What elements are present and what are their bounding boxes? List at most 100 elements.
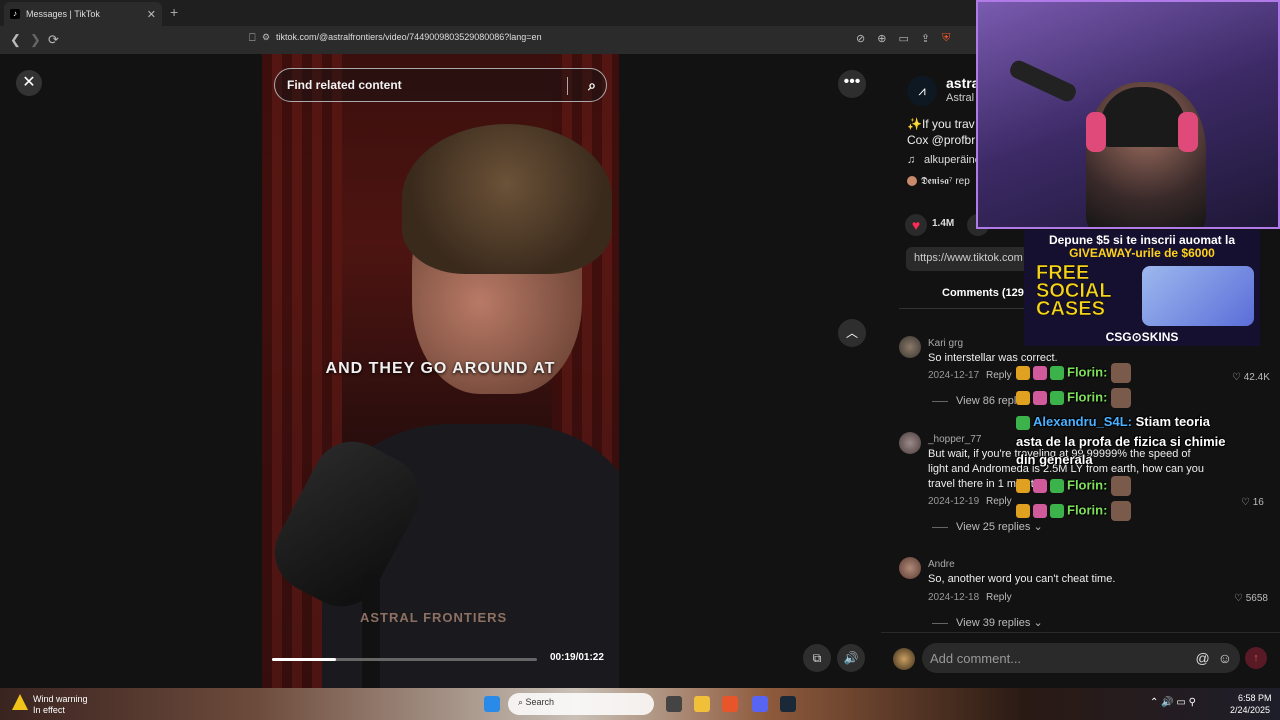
comment-username[interactable]: _hopper_77 — [928, 434, 981, 445]
zoom-icon[interactable]: ⊕ — [877, 32, 886, 45]
comment-reply-button[interactable]: Reply — [986, 496, 1012, 507]
chat-username: Alexandru_S4L: — [1033, 414, 1132, 429]
back-button[interactable]: ❮ — [10, 32, 21, 48]
comment-reply-button[interactable]: Reply — [986, 592, 1012, 603]
robot-badge-icon — [1033, 479, 1047, 493]
comment-date: 2024-12-19 — [928, 496, 980, 507]
dash-line — [932, 400, 948, 402]
headphone-left — [1086, 112, 1106, 152]
chat-emote — [1111, 388, 1132, 408]
float-player-button[interactable]: ⧉ — [803, 644, 831, 672]
comment-like-button[interactable]: ♡ 42.4K — [1232, 372, 1270, 383]
search-icon[interactable]: ⌕ — [588, 77, 596, 94]
emoji-icon[interactable]: ☺ — [1218, 650, 1232, 666]
comment-like-button[interactable]: ♡ 16 — [1241, 497, 1264, 508]
tab-close-icon[interactable]: ✕ — [147, 8, 156, 21]
chat-username: Florin: — [1067, 389, 1108, 405]
url-field[interactable]: tiktok.com/@astralfrontiers/video/744900… — [276, 32, 542, 42]
clock-date[interactable]: 2/24/2025 — [1230, 705, 1270, 715]
view-replies-label: View 39 replies — [956, 617, 1031, 629]
chat-emote — [1111, 501, 1132, 521]
author-avatar[interactable]: ⩘ — [907, 76, 937, 106]
browser-tab[interactable]: ♪ Messages | TikTok ✕ — [4, 2, 162, 26]
share-icon[interactable]: ⇪ — [921, 32, 930, 45]
video-watermark: ASTRAL FRONTIERS — [360, 610, 508, 625]
mention-icon[interactable]: @ — [1195, 650, 1209, 666]
gift-badge-icon — [1050, 366, 1064, 380]
comment-date: 2024-12-17 — [928, 370, 980, 381]
volume-button[interactable]: 🔊 — [837, 644, 865, 672]
discord-icon[interactable] — [752, 696, 768, 712]
comment-input[interactable]: Add comment... @ ☺ — [922, 643, 1240, 673]
comment-date: 2024-12-18 — [928, 592, 980, 603]
comment-reply-button[interactable]: Reply — [986, 370, 1012, 381]
comment-avatar[interactable] — [899, 557, 921, 579]
comment-avatar[interactable] — [899, 432, 921, 454]
chat-message: Florin: — [1016, 501, 1132, 521]
steam-icon[interactable] — [780, 696, 796, 712]
crown-badge-icon — [1016, 391, 1030, 405]
related-search-input[interactable]: Find related content ⌕ — [274, 68, 607, 102]
video-player[interactable]: Find related content ⌕ AND THEY GO AROUN… — [262, 54, 619, 688]
chat-emote — [1111, 363, 1132, 383]
streamer-webcam — [976, 0, 1280, 229]
tab-comments[interactable]: Comments (129 — [942, 287, 1024, 299]
author-handle[interactable]: astra — [946, 75, 979, 91]
video-progress-bar[interactable] — [272, 658, 537, 661]
comment-username[interactable]: Kari grg — [928, 338, 963, 349]
tracking-icon[interactable]: ⊘ — [856, 32, 865, 45]
toolbar-icons: ⊘ ⊕ ▭ ⇪ ⛨ — [856, 32, 950, 45]
chat-message-continuation: asta de la profa de fizica si chimie — [1016, 434, 1226, 449]
chat-message: Florin: — [1016, 363, 1132, 383]
view-replies-button[interactable]: View 25 replies ⌄ — [932, 520, 1043, 533]
related-search-placeholder: Find related content — [287, 78, 402, 92]
previous-video-button[interactable]: ︿ — [838, 319, 866, 347]
music-note-icon: ♫ — [907, 154, 916, 166]
tab-underline — [899, 308, 1029, 309]
composer-divider — [881, 632, 1280, 633]
file-explorer-icon[interactable] — [694, 696, 710, 712]
comment-text: So, another word you can't cheat time. — [928, 573, 1116, 585]
comment-like-button[interactable]: ♡ 5658 — [1234, 593, 1268, 604]
system-tray-icons[interactable]: ⌃ 🔊 ▭ ⚲ — [1150, 697, 1196, 708]
reload-button[interactable]: ⟳ — [48, 32, 59, 48]
robot-badge-icon — [1033, 366, 1047, 380]
music-title[interactable]: alkuperäine — [924, 154, 981, 166]
sponsor-line-2-text: GIVEAWAY-urile de $6000 — [1069, 246, 1215, 260]
gift-badge-icon — [1050, 391, 1064, 405]
close-video-button[interactable]: ✕ — [16, 70, 42, 96]
site-info-icon[interactable]: ⚙ — [262, 32, 270, 43]
brave-shield-icon[interactable]: ⛨ — [942, 32, 950, 45]
robot-badge-icon — [1033, 391, 1047, 405]
screenshot-icon[interactable]: ▭ — [898, 32, 908, 45]
comment-input-placeholder: Add comment... — [930, 650, 1022, 666]
task-view-icon[interactable] — [666, 696, 682, 712]
forward-button[interactable]: ❯ — [30, 32, 41, 48]
copy-link-field[interactable]: https://www.tiktok.com — [906, 247, 1036, 271]
comment-username[interactable]: Andre — [928, 559, 955, 570]
like-heart-icon[interactable]: ♥ — [905, 214, 927, 236]
weather-title[interactable]: Wind warning — [33, 694, 88, 704]
free-cases-text: FREE SOCIAL CASES — [1036, 263, 1112, 320]
like-count: 1.4M — [932, 218, 955, 229]
chat-username: Florin: — [1067, 502, 1108, 518]
comment-avatar[interactable] — [899, 336, 921, 358]
gift-badge-icon — [1016, 415, 1030, 430]
reply-avatar — [907, 176, 917, 186]
webcam-mic-arm — [1007, 58, 1079, 104]
dash-line — [932, 622, 948, 624]
more-options-button[interactable]: ••• — [838, 70, 866, 98]
clock-time[interactable]: 6:58 PM — [1238, 693, 1272, 703]
description-line-2: Cox @profbr — [907, 133, 976, 147]
chat-username: Florin: — [1067, 364, 1108, 380]
brave-browser-icon[interactable] — [722, 696, 738, 712]
view-replies-button[interactable]: View 39 replies ⌄ — [932, 616, 1043, 629]
new-tab-button[interactable]: + — [170, 4, 178, 20]
sponsor-line-1-text: Depune $5 si te inscrii auomat la — [1048, 233, 1236, 247]
headphone-right — [1178, 112, 1198, 152]
send-comment-button[interactable]: ↑ — [1245, 647, 1267, 669]
windows-start-icon[interactable] — [484, 696, 500, 712]
bookmark-icon[interactable]: ⎕ — [249, 32, 256, 45]
taskbar-search[interactable]: ⌕ Search — [508, 693, 654, 715]
robot-badge-icon — [1033, 504, 1047, 518]
